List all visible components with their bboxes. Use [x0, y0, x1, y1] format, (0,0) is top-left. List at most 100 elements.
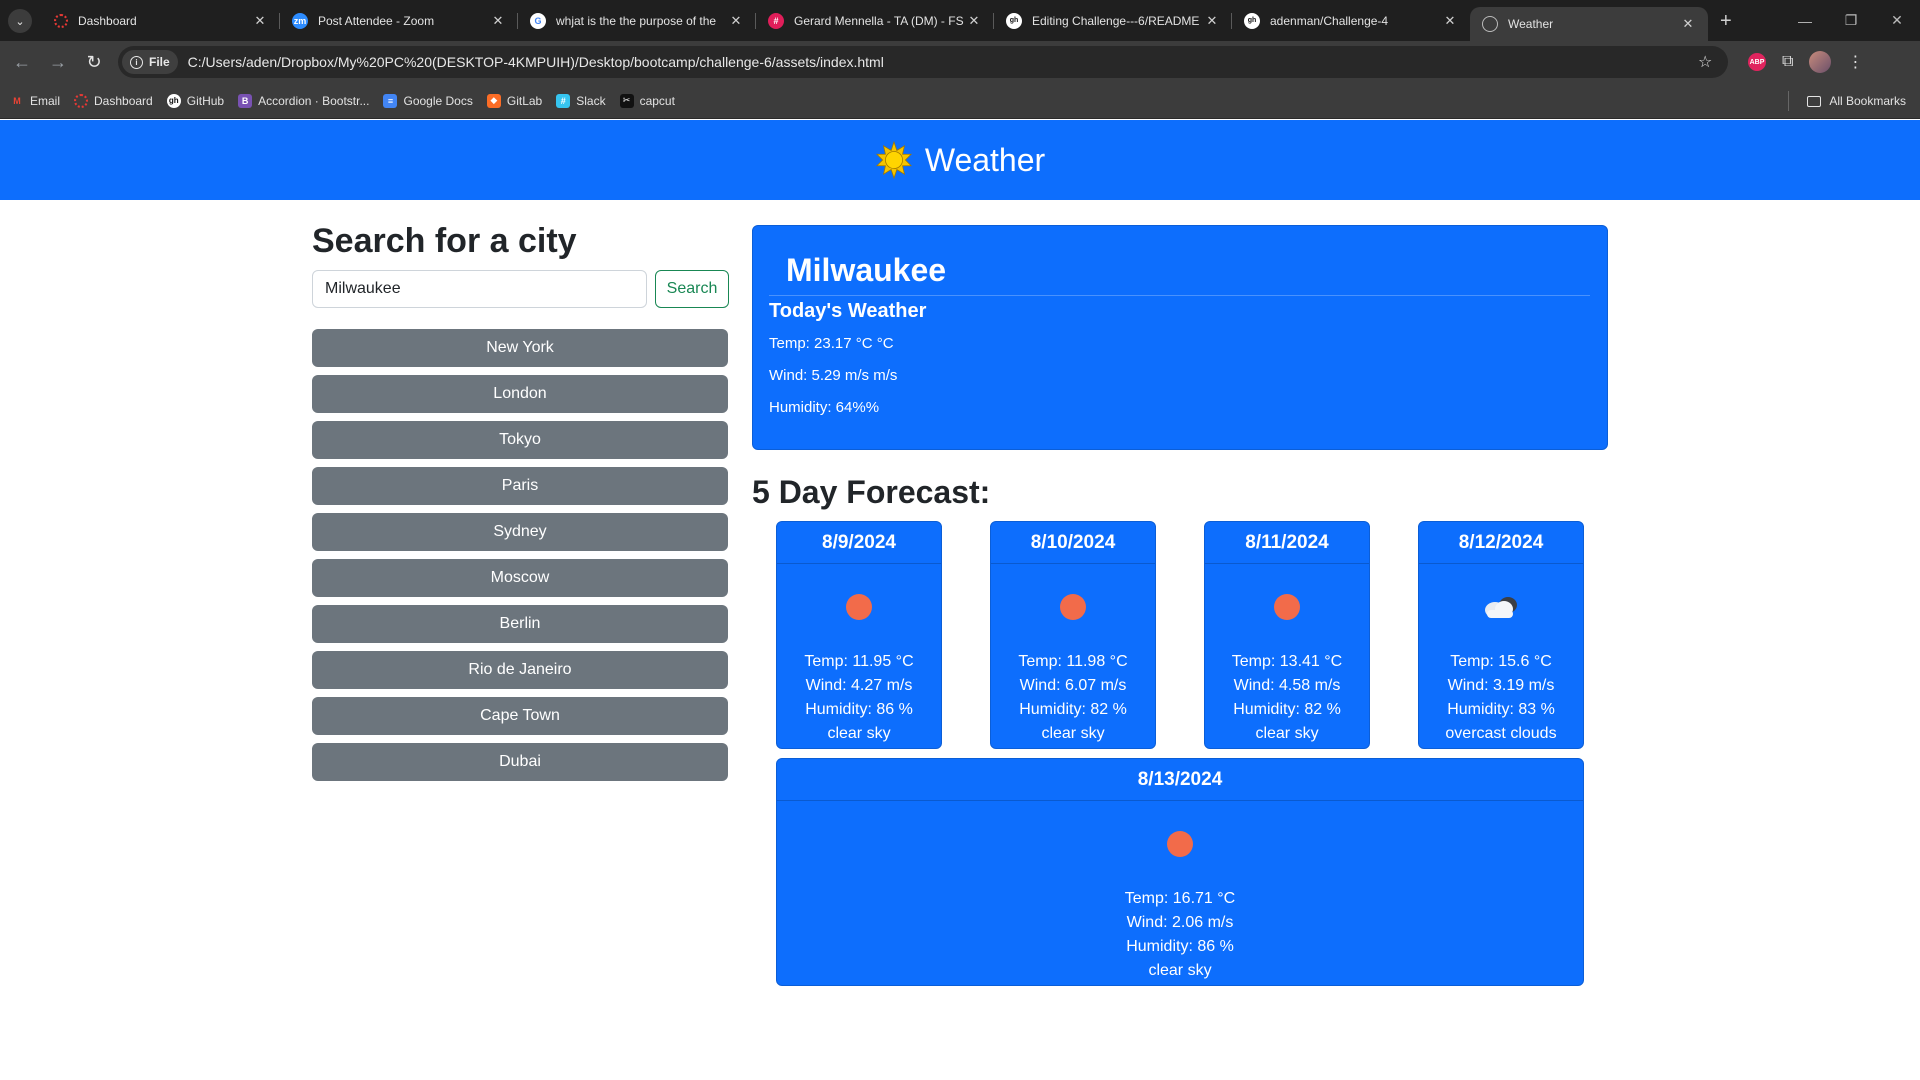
folder-icon: [1807, 95, 1822, 107]
forecast-card: 8/10/2024 Temp: 11.98 °C Wind: 6.07 m/s …: [990, 521, 1156, 749]
tab-favicon-icon: [54, 13, 68, 28]
restore-icon[interactable]: ❐: [1828, 0, 1874, 41]
forecast-wind: Wind: 4.27 m/s: [805, 677, 913, 694]
extensions-puzzle-icon[interactable]: ⧉: [1782, 53, 1793, 71]
omnibox[interactable]: i File C:/Users/aden/Dropbox/My%20PC%20(D…: [118, 46, 1728, 78]
city-search-input[interactable]: [312, 270, 647, 308]
sun-icon: [875, 141, 912, 179]
forecast-humidity: Humidity: 82 %: [1019, 701, 1127, 718]
forecast-description: overcast clouds: [1445, 725, 1557, 742]
forecast-date: 8/13/2024: [777, 759, 1583, 801]
current-wind: Wind: 5.29 m/s m/s: [769, 367, 898, 384]
forecast-card: 8/13/2024 Temp: 16.71 °C Wind: 2.06 m/s …: [776, 758, 1584, 986]
browser-menu-icon[interactable]: ⋮: [1847, 52, 1863, 72]
city-history-list: New York London Tokyo Paris Sydney Mosco…: [312, 329, 728, 789]
globe-icon: [1482, 16, 1498, 32]
bookmark-github[interactable]: gh GitHub: [166, 93, 224, 108]
adblock-plus-icon[interactable]: ABP: [1748, 53, 1766, 71]
forecast-description: clear sky: [1255, 725, 1319, 742]
forecast-wind: Wind: 3.19 m/s: [1447, 677, 1555, 694]
browser-tab[interactable]: Dashboard ✕: [42, 0, 280, 41]
city-button[interactable]: Sydney: [312, 513, 728, 551]
tab-search-chevron-icon[interactable]: ⌄: [8, 9, 32, 33]
url-text[interactable]: C:/Users/aden/Dropbox/My%20PC%20(DESKTOP…: [188, 54, 1698, 70]
forecast-temp: Temp: 11.98 °C: [1018, 653, 1128, 670]
slack-icon: #: [556, 93, 571, 108]
bookmark-bootstrap[interactable]: B Accordion · Bootstr...: [238, 93, 369, 108]
browser-tab[interactable]: gh adenman/Challenge-4 ✕: [1232, 0, 1470, 41]
forecast-description: clear sky: [1148, 962, 1212, 979]
city-button[interactable]: Cape Town: [312, 697, 728, 735]
tab-title: Editing Challenge---6/README: [1032, 13, 1200, 28]
forecast-temp: Temp: 11.95 °C: [804, 653, 914, 670]
city-button[interactable]: London: [312, 375, 728, 413]
forecast-heading: 5 Day Forecast:: [752, 474, 991, 510]
current-humidity: Humidity: 64%%: [769, 399, 880, 416]
gitlab-icon: ◆: [486, 93, 501, 108]
city-button[interactable]: Moscow: [312, 559, 728, 597]
page-title: Weather: [924, 141, 1046, 178]
search-button[interactable]: Search: [655, 270, 729, 308]
tab-title: Gerard Mennella - TA (DM) - FS: [794, 13, 964, 28]
browser-tab-active[interactable]: Weather ✕: [1470, 7, 1708, 41]
tab-close-icon[interactable]: ✕: [1442, 13, 1458, 29]
tab-favicon-icon: G: [530, 12, 546, 29]
bookmark-capcut[interactable]: ✂ capcut: [619, 93, 675, 108]
tab-favicon-icon: zm: [292, 12, 308, 29]
tab-favicon-icon: gh: [1006, 12, 1022, 29]
back-arrow-icon[interactable]: ←: [4, 52, 40, 73]
forecast-humidity: Humidity: 82 %: [1233, 701, 1341, 718]
city-button[interactable]: Paris: [312, 467, 728, 505]
browser-tab[interactable]: gh Editing Challenge---6/README ✕: [994, 0, 1232, 41]
dashboard-icon: [74, 93, 89, 108]
city-button[interactable]: Berlin: [312, 605, 728, 643]
city-button[interactable]: Rio de Janeiro: [312, 651, 728, 689]
google-docs-icon: ≡: [383, 93, 398, 108]
sun-dot-icon: [846, 594, 872, 620]
todays-weather-heading: Today's Weather: [769, 300, 927, 322]
forecast-date: 8/12/2024: [1419, 522, 1583, 564]
forecast-wind: Wind: 4.58 m/s: [1233, 677, 1341, 694]
minimize-icon[interactable]: —: [1782, 0, 1828, 41]
bookmark-google-docs[interactable]: ≡ Google Docs: [383, 93, 473, 108]
reload-icon[interactable]: ↻: [76, 52, 112, 73]
info-icon: i: [130, 55, 143, 69]
bookmark-dashboard[interactable]: Dashboard: [74, 93, 153, 108]
all-bookmarks[interactable]: All Bookmarks: [1788, 83, 1906, 119]
tab-close-icon[interactable]: ✕: [966, 13, 982, 29]
tab-close-icon[interactable]: ✕: [1204, 13, 1220, 29]
tab-title: Post Attendee - Zoom: [318, 13, 435, 28]
github-icon: gh: [166, 93, 181, 108]
site-info-chip[interactable]: i File: [122, 50, 178, 74]
city-button[interactable]: Tokyo: [312, 421, 728, 459]
tab-close-icon[interactable]: ✕: [728, 13, 744, 29]
forecast-temp: Temp: 16.71 °C: [1124, 890, 1236, 907]
search-heading: Search for a city: [312, 222, 577, 260]
bookmark-email[interactable]: M Email: [10, 94, 60, 108]
browser-tab[interactable]: # Gerard Mennella - TA (DM) - FS ✕: [756, 0, 994, 41]
city-button[interactable]: New York: [312, 329, 728, 367]
bookmark-slack[interactable]: # Slack: [556, 93, 606, 108]
bookmark-gitlab[interactable]: ◆ GitLab: [486, 93, 542, 108]
sun-dot-icon: [1167, 831, 1193, 857]
close-window-icon[interactable]: ✕: [1874, 0, 1920, 41]
forecast-card: 8/9/2024 Temp: 11.95 °C Wind: 4.27 m/s H…: [776, 521, 942, 749]
tab-close-icon[interactable]: ✕: [252, 13, 268, 29]
city-button[interactable]: Dubai: [312, 743, 728, 781]
sun-dot-icon: [1060, 594, 1086, 620]
bookmark-star-icon[interactable]: ☆: [1698, 52, 1728, 72]
browser-tab[interactable]: zm Post Attendee - Zoom ✕: [280, 0, 518, 41]
new-tab-plus-icon[interactable]: +: [1720, 10, 1732, 33]
profile-avatar[interactable]: [1809, 51, 1832, 73]
cloud-icon: [1485, 597, 1517, 618]
tab-close-icon[interactable]: ✕: [1680, 16, 1696, 32]
browser-tab[interactable]: G whjat is the the purpose of the ✕: [518, 0, 756, 41]
forecast-humidity: Humidity: 83 %: [1447, 701, 1555, 718]
forecast-date: 8/11/2024: [1205, 522, 1369, 564]
forecast-description: clear sky: [827, 725, 891, 742]
forecast-wind: Wind: 2.06 m/s: [1126, 914, 1234, 931]
bookmarks-bar: M Email Dashboard gh GitHub B Accordion · B…: [0, 83, 1920, 119]
forward-arrow-icon[interactable]: →: [40, 52, 76, 73]
tab-close-icon[interactable]: ✕: [490, 13, 506, 29]
window-controls: — ❐ ✕: [1782, 0, 1920, 41]
